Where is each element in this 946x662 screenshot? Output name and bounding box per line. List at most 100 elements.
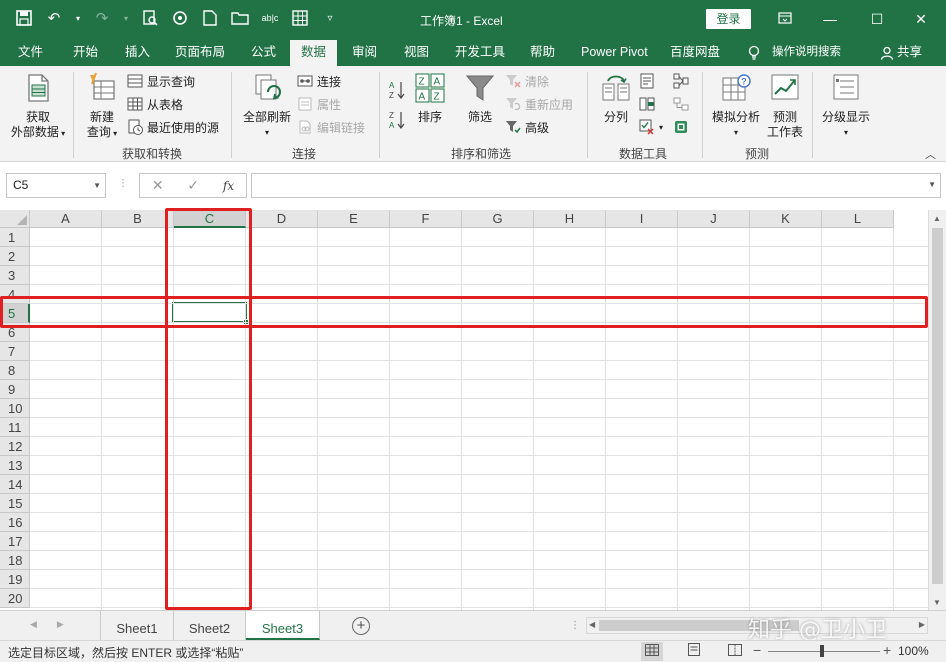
refresh-all-button[interactable]: 全部刷新 ▾ bbox=[238, 72, 296, 140]
column-header-j[interactable]: J bbox=[678, 210, 750, 228]
row-header-17[interactable]: 17 bbox=[0, 532, 30, 551]
redo-icon[interactable]: ↷ bbox=[92, 8, 112, 28]
what-if-analysis-button[interactable]: ? 模拟分析 ▾ bbox=[709, 72, 763, 140]
sheet-tab-sheet2[interactable]: Sheet2 bbox=[174, 611, 246, 640]
column-header-e[interactable]: E bbox=[318, 210, 390, 228]
cancel-icon[interactable]: ✕ bbox=[152, 177, 164, 194]
zoom-out-icon[interactable]: − bbox=[753, 642, 761, 658]
tab-help[interactable]: 帮助 bbox=[530, 38, 555, 66]
tab-page-layout[interactable]: 页面布局 bbox=[175, 38, 225, 66]
row-header-18[interactable]: 18 bbox=[0, 551, 30, 570]
minimize-icon[interactable]: — bbox=[815, 8, 845, 30]
filter-button[interactable]: 筛选 bbox=[462, 72, 498, 125]
row-header-1[interactable]: 1 bbox=[0, 228, 30, 247]
maximize-icon[interactable]: ☐ bbox=[862, 8, 892, 30]
tab-formulas[interactable]: 公式 bbox=[251, 38, 276, 66]
row-header-14[interactable]: 14 bbox=[0, 475, 30, 494]
column-header-a[interactable]: A bbox=[30, 210, 102, 228]
tab-insert[interactable]: 插入 bbox=[125, 38, 150, 66]
get-external-data-button[interactable]: 获取 外部数据 ▾ bbox=[8, 72, 68, 141]
column-header-h[interactable]: H bbox=[534, 210, 606, 228]
text-to-columns-button[interactable]: 分列 bbox=[598, 72, 634, 125]
flash-fill-button[interactable] bbox=[639, 71, 655, 91]
outline-button[interactable]: 分级显示 ▾ bbox=[818, 72, 874, 140]
remove-duplicates-button[interactable] bbox=[639, 94, 655, 114]
table-icon[interactable] bbox=[290, 8, 310, 28]
page-break-view-icon[interactable] bbox=[724, 642, 746, 661]
formula-input[interactable]: ▼ bbox=[251, 173, 941, 198]
customize-qat-icon[interactable]: ▿ bbox=[320, 8, 340, 28]
clear-button[interactable]: 清除 bbox=[505, 71, 549, 91]
sheet-tab-sheet3[interactable]: Sheet3 bbox=[246, 611, 320, 640]
select-all-corner[interactable] bbox=[0, 210, 30, 228]
data-validation-button[interactable]: ▾ bbox=[639, 117, 663, 137]
zoom-level[interactable]: 100% bbox=[898, 644, 929, 658]
column-header-d[interactable]: D bbox=[246, 210, 318, 228]
print-preview-icon[interactable] bbox=[140, 8, 160, 28]
tab-split-handle-icon[interactable]: ⋮ bbox=[570, 620, 580, 631]
reapply-button[interactable]: 重新应用 bbox=[505, 94, 573, 114]
row-header-20[interactable]: 20 bbox=[0, 589, 30, 608]
new-file-icon[interactable] bbox=[200, 8, 220, 28]
forecast-sheet-button[interactable]: 预测 工作表 bbox=[765, 72, 805, 140]
sheet-tab-sheet1[interactable]: Sheet1 bbox=[100, 611, 174, 640]
row-header-10[interactable]: 10 bbox=[0, 399, 30, 418]
row-header-16[interactable]: 16 bbox=[0, 513, 30, 532]
touch-mode-icon[interactable] bbox=[170, 8, 190, 28]
worksheet-grid[interactable]: ▲ ▼ ABCDEFGHIJKL123456789101112131415161… bbox=[0, 210, 946, 610]
name-box[interactable]: C5 ▼ bbox=[6, 173, 106, 198]
scroll-up-icon[interactable]: ▲ bbox=[933, 214, 941, 223]
zoom-in-icon[interactable]: + bbox=[883, 642, 891, 658]
sort-ascending-button[interactable]: AZ bbox=[388, 80, 406, 100]
scroll-left-icon[interactable]: ◀ bbox=[589, 620, 595, 629]
insert-function-icon[interactable]: fx bbox=[223, 179, 234, 193]
tell-me-search[interactable]: 操作说明搜索 bbox=[772, 38, 841, 66]
row-header-7[interactable]: 7 bbox=[0, 342, 30, 361]
vertical-scroll-thumb[interactable] bbox=[932, 228, 943, 584]
undo-dropdown-icon[interactable]: ▾ bbox=[74, 8, 82, 28]
show-queries-button[interactable]: 显示查询 bbox=[127, 71, 195, 91]
row-header-15[interactable]: 15 bbox=[0, 494, 30, 513]
close-icon[interactable]: ✕ bbox=[906, 8, 936, 30]
tab-view[interactable]: 视图 bbox=[404, 38, 429, 66]
tab-power-pivot[interactable]: Power Pivot bbox=[581, 38, 648, 66]
vertical-scrollbar[interactable]: ▲ ▼ bbox=[928, 210, 946, 610]
sheet-nav-arrows-icon[interactable]: ◀▶ bbox=[30, 619, 84, 630]
name-box-dropdown-icon[interactable]: ▼ bbox=[93, 174, 101, 197]
sort-descending-button[interactable]: ZA bbox=[388, 110, 406, 130]
properties-button[interactable]: 属性 bbox=[297, 94, 341, 114]
new-query-button[interactable]: 新建 查询 ▾ bbox=[80, 72, 124, 141]
scroll-right-icon[interactable]: ▶ bbox=[919, 620, 925, 629]
column-header-k[interactable]: K bbox=[750, 210, 822, 228]
save-icon[interactable] bbox=[14, 8, 34, 28]
collapse-ribbon-icon[interactable]: ︿ bbox=[925, 146, 936, 162]
manage-data-model-button[interactable] bbox=[673, 117, 689, 137]
relationships-button[interactable] bbox=[673, 94, 689, 114]
formula-bar-splitter-icon[interactable]: ⋮ bbox=[118, 178, 127, 189]
recent-sources-button[interactable]: 最近使用的源 bbox=[127, 117, 219, 137]
open-folder-icon[interactable] bbox=[230, 8, 250, 28]
column-header-b[interactable]: B bbox=[102, 210, 174, 228]
edit-links-button[interactable]: 编辑链接 bbox=[297, 117, 365, 137]
tab-developer[interactable]: 开发工具 bbox=[455, 38, 505, 66]
login-button[interactable]: 登录 bbox=[706, 9, 751, 29]
abc-spelling-icon[interactable]: ab|c bbox=[260, 8, 280, 28]
from-table-button[interactable]: 从表格 bbox=[127, 94, 183, 114]
connections-button[interactable]: 连接 bbox=[297, 71, 341, 91]
expand-formula-bar-icon[interactable]: ▼ bbox=[928, 180, 936, 189]
undo-icon[interactable]: ↶ bbox=[44, 8, 64, 28]
zoom-slider[interactable] bbox=[768, 651, 880, 652]
column-header-g[interactable]: G bbox=[462, 210, 534, 228]
page-layout-view-icon[interactable] bbox=[683, 642, 705, 661]
consolidate-button[interactable] bbox=[673, 71, 689, 91]
row-header-8[interactable]: 8 bbox=[0, 361, 30, 380]
row-header-13[interactable]: 13 bbox=[0, 456, 30, 475]
tab-review[interactable]: 审阅 bbox=[352, 38, 377, 66]
zoom-slider-thumb[interactable] bbox=[820, 645, 824, 657]
row-header-9[interactable]: 9 bbox=[0, 380, 30, 399]
tab-file[interactable]: 文件 bbox=[18, 38, 43, 66]
share-user-icon[interactable] bbox=[880, 38, 894, 66]
column-header-i[interactable]: I bbox=[606, 210, 678, 228]
tab-baidu-netdisk[interactable]: 百度网盘 bbox=[670, 38, 720, 66]
redo-dropdown-icon[interactable]: ▾ bbox=[122, 8, 130, 28]
